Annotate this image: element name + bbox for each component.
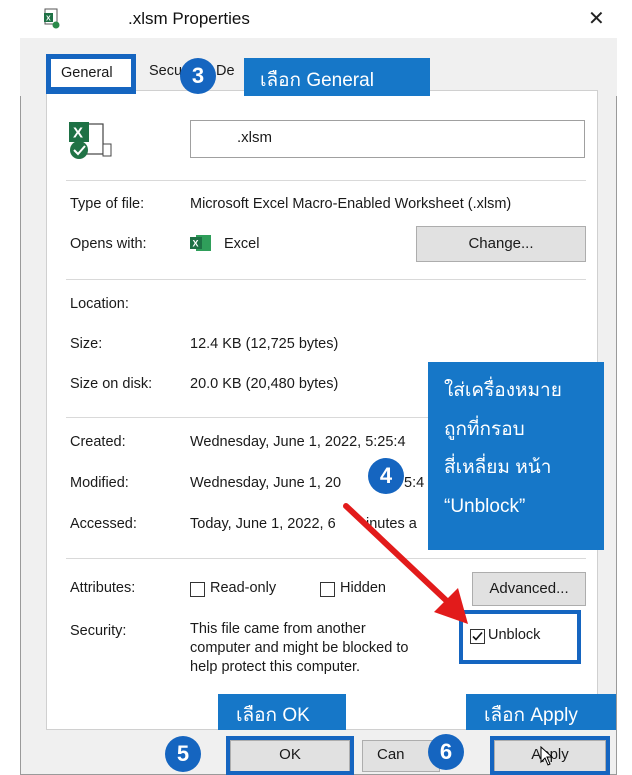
divider <box>66 180 586 181</box>
file-name-field[interactable]: .xlsm <box>190 120 585 158</box>
read-only-label: Read-only <box>210 580 277 596</box>
divider <box>66 558 586 559</box>
accessed-label: Accessed: <box>70 516 137 532</box>
size-on-disk-label: Size on disk: <box>70 376 153 392</box>
type-of-file-label: Type of file: <box>70 196 145 212</box>
step4-line3: สี่เหลี่ยม หน้า <box>444 457 552 478</box>
security-text-line2: computer and might be blocked to <box>190 640 409 656</box>
unblock-checkbox[interactable] <box>470 629 485 644</box>
opens-with-label: Opens with: <box>70 236 147 252</box>
unblock-label: Unblock <box>488 627 541 643</box>
mouse-cursor-icon <box>540 745 554 771</box>
security-text-line3: help protect this computer. <box>190 659 361 675</box>
created-value: Wednesday, June 1, 2022, 5:25:4 <box>190 434 406 450</box>
general-tab-highlight <box>46 54 136 94</box>
step6-badge: 6 <box>428 734 464 770</box>
change-button[interactable]: Change... <box>416 226 586 262</box>
created-label: Created: <box>70 434 126 450</box>
close-button[interactable]: ✕ <box>588 6 605 31</box>
step3-badge: 3 <box>180 58 216 94</box>
svg-text:X: X <box>193 239 199 249</box>
step6-callout: เลือก Apply <box>466 694 616 730</box>
location-label: Location: <box>70 296 129 312</box>
window-title: .xlsm Properties <box>128 9 250 28</box>
excel-app-icon: X <box>190 234 212 252</box>
ok-highlight <box>226 736 354 775</box>
excel-file-icon: X <box>44 8 62 30</box>
modified-value-tail: 5:4 <box>404 475 425 491</box>
step4-badge: 4 <box>368 458 404 494</box>
accessed-value: Today, June 1, 2022, 6 <box>190 516 336 532</box>
svg-text:X: X <box>46 16 51 23</box>
title-bar <box>20 0 617 38</box>
step5-badge: 5 <box>165 736 201 772</box>
read-only-checkbox[interactable] <box>190 582 205 597</box>
opens-with-value: Excel <box>224 236 260 252</box>
attributes-label: Attributes: <box>70 580 136 596</box>
size-on-disk-value: 20.0 KB (20,480 bytes) <box>190 376 339 392</box>
modified-label: Modified: <box>70 475 129 491</box>
modified-value: Wednesday, June 1, 20 <box>190 475 342 491</box>
step5-callout: เลือก OK <box>218 694 346 730</box>
step3-callout: เลือก General <box>244 58 430 96</box>
step4-line1: ใส่เครื่องหมาย <box>444 380 562 401</box>
type-of-file-value: Microsoft Excel Macro-Enabled Worksheet … <box>190 196 512 212</box>
size-value: 12.4 KB (12,725 bytes) <box>190 336 339 352</box>
checkmark-icon <box>472 631 483 641</box>
security-label: Security: <box>70 623 127 639</box>
advanced-button[interactable]: Advanced... <box>472 572 586 606</box>
svg-text:X: X <box>73 125 83 142</box>
size-label: Size: <box>70 336 103 352</box>
step4-line2: ถูกที่กรอบ <box>444 418 525 440</box>
hidden-checkbox[interactable] <box>320 582 335 597</box>
divider <box>66 279 586 280</box>
excel-document-icon: X <box>67 118 113 162</box>
red-arrow-icon <box>338 500 478 630</box>
